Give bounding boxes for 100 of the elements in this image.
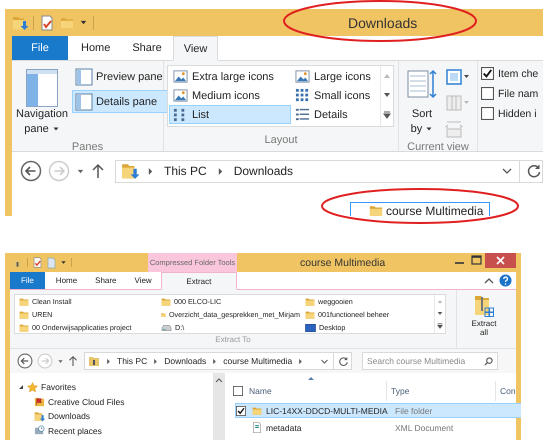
file-row[interactable]: metadata XML Document <box>235 420 521 435</box>
pane-button[interactable]: Details pane <box>72 90 168 113</box>
ribbon-tab[interactable]: Share <box>121 36 173 60</box>
navigation-pane-icon <box>26 69 58 107</box>
group-label: Extract To <box>214 334 252 346</box>
properties-icon <box>39 14 55 30</box>
ribbon-tab[interactable]: File <box>10 272 45 289</box>
column-header[interactable]: Con <box>496 381 521 401</box>
checkbox-label: Item che <box>498 68 538 80</box>
back-button[interactable] <box>20 160 42 182</box>
navigation-item[interactable]: Recent places <box>48 426 102 436</box>
layout-option[interactable]: Small icons <box>291 86 379 105</box>
breadcrumb[interactable]: course Multimedia <box>223 356 292 366</box>
breadcrumb[interactable]: Downloads <box>164 356 206 366</box>
checkbox[interactable] <box>481 87 494 100</box>
download-folder-icon <box>12 14 28 30</box>
ribbon-tab[interactable]: Home <box>70 36 122 60</box>
navigation-item[interactable]: Downloads <box>48 411 90 422</box>
close-button[interactable] <box>485 253 516 268</box>
expand-arrow-icon[interactable] <box>18 384 24 390</box>
navigation-item[interactable]: Creative Cloud Files <box>48 396 125 407</box>
ribbon-tab[interactable]: Extract <box>160 272 237 290</box>
refresh-button[interactable] <box>526 163 542 179</box>
checkbox[interactable] <box>236 406 246 416</box>
extract-all-button[interactable]: Extract all <box>467 290 501 348</box>
ribbon-tab[interactable]: Home <box>46 272 86 289</box>
breadcrumb[interactable]: Downloads <box>232 164 296 178</box>
folder-icon <box>19 322 29 332</box>
ribbon-tab[interactable]: File <box>12 36 68 60</box>
help-icon[interactable] <box>499 274 512 287</box>
chevron-icon <box>297 358 304 364</box>
up-button[interactable] <box>91 163 105 179</box>
download-folder-icon <box>34 410 45 422</box>
folder-icon <box>19 296 29 306</box>
breadcrumb[interactable]: This PC <box>117 356 148 366</box>
checkbox[interactable] <box>233 386 243 396</box>
chevron-icon <box>152 358 160 364</box>
thumbnail-icon <box>295 69 310 84</box>
layout-option[interactable]: Medium icons <box>169 86 291 105</box>
group-label: Current view <box>406 140 470 155</box>
layout-option[interactable]: Extra large icons <box>169 67 291 86</box>
checkbox[interactable] <box>481 67 494 80</box>
navigation-item[interactable]: Favorites <box>41 382 76 392</box>
window-title: course Multimedia <box>300 256 386 268</box>
rename-field[interactable]: course Multimedia <box>350 202 490 216</box>
flag-folder-icon <box>34 396 45 408</box>
checkbox[interactable] <box>481 107 494 120</box>
search-icon <box>484 356 493 366</box>
checkbox-label: File nam <box>498 88 538 100</box>
folder-icon <box>161 296 171 306</box>
recent-places-icon <box>34 425 45 436</box>
address-bar[interactable]: This PC Downloads <box>115 160 543 182</box>
properties-icon <box>32 257 43 268</box>
thumbnail-icon <box>173 88 188 103</box>
group-label: Layout <box>263 133 299 148</box>
scroll-down-icon[interactable] <box>437 310 443 316</box>
layout-option[interactable]: Details <box>291 105 379 124</box>
caret-icon <box>79 18 88 27</box>
file-type: XML Document <box>394 422 454 432</box>
column-header[interactable]: Type <box>387 381 496 401</box>
group-by-icon[interactable] <box>445 68 471 86</box>
zip-folder-icon <box>474 293 494 319</box>
document-icon <box>47 256 56 268</box>
document-icon <box>252 422 262 433</box>
scroll-down-icon[interactable] <box>383 92 391 98</box>
drive-icon <box>161 322 172 332</box>
scroll-up-icon[interactable] <box>215 377 223 383</box>
caret-icon <box>57 358 64 364</box>
folder-icon <box>19 310 29 320</box>
pane-icon <box>74 68 93 86</box>
address-bar[interactable]: This PC Downloads course Multimedia <box>84 352 352 370</box>
thumbnail-icon <box>173 69 188 84</box>
file-row[interactable]: LIC-14XX-DDCD-MULTI-MEDIA File folder <box>235 403 521 418</box>
folder-icon <box>305 296 315 306</box>
window-title: Downloads <box>348 14 418 30</box>
layout-option[interactable]: List <box>169 105 291 124</box>
desktop-icon <box>305 322 316 332</box>
expand-icon[interactable] <box>383 111 391 120</box>
navigation-pane-button[interactable]: Navigation pane <box>15 64 69 138</box>
layout-option[interactable]: Large icons <box>291 67 379 86</box>
download-folder-icon <box>121 162 139 180</box>
back-button[interactable] <box>17 353 33 369</box>
search-field[interactable]: Search course Multimedia <box>362 352 498 370</box>
folder-info-icon <box>12 256 23 268</box>
up-button[interactable] <box>68 355 78 367</box>
file-name: metadata <box>266 422 302 432</box>
pane-icon <box>74 92 93 110</box>
ribbon-tab[interactable]: View <box>172 36 218 61</box>
ribbon-tab[interactable]: Share <box>86 272 126 289</box>
breadcrumb[interactable]: This PC <box>162 164 209 178</box>
file-type: File folder <box>394 406 434 416</box>
column-header[interactable]: Name <box>249 381 387 401</box>
ribbon-tab[interactable]: View <box>126 272 161 289</box>
refresh-button[interactable] <box>338 356 349 366</box>
sort-by-button[interactable]: Sort by <box>405 64 439 138</box>
sort-arrow-icon <box>308 376 314 380</box>
pane-button[interactable]: Preview pane <box>72 65 168 88</box>
dropdown-icon[interactable] <box>320 356 329 366</box>
collapse-ribbon-icon[interactable] <box>484 276 494 284</box>
expand-icon[interactable] <box>437 323 443 330</box>
